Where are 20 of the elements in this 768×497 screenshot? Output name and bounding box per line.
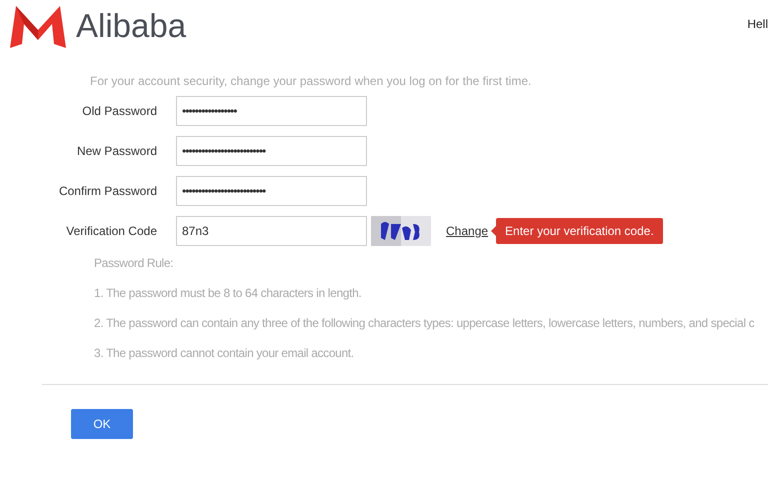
greeting-text: Hell [747, 17, 768, 31]
verification-field[interactable]: 87n3 [176, 216, 367, 246]
ok-button[interactable]: OK [71, 409, 133, 439]
pointer-icon [491, 226, 496, 236]
field-label: New Password [76, 144, 157, 158]
logo-icon [8, 4, 68, 48]
change-link[interactable]: Change [446, 224, 488, 238]
password-field[interactable]: •••••••••••••••••••••••••• [176, 176, 367, 206]
intro-text: For your account security, change your password when you log on for the first time. [90, 74, 532, 90]
rule-text: 2. The password can contain any three of the following characters types: uppercase letters, lowercase letters, numbers, and special c [94, 316, 756, 332]
error-tooltip: Enter your verification code. [496, 218, 663, 244]
password-field[interactable]: ••••••••••••••••• [176, 96, 367, 126]
field-label: Confirm Password [58, 184, 157, 198]
field-label: Verification Code [65, 224, 157, 238]
rule-text: 1. The password must be 8 to 64 characters in length. [94, 286, 362, 302]
rule-text: 3. The password cannot contain your email account. [94, 346, 355, 362]
field-label: Old Password [81, 104, 157, 118]
password-field[interactable]: •••••••••••••••••••••••••• [176, 136, 367, 166]
logo-text: Alibaba [76, 7, 186, 45]
rule-title: Password Rule: [94, 256, 174, 272]
